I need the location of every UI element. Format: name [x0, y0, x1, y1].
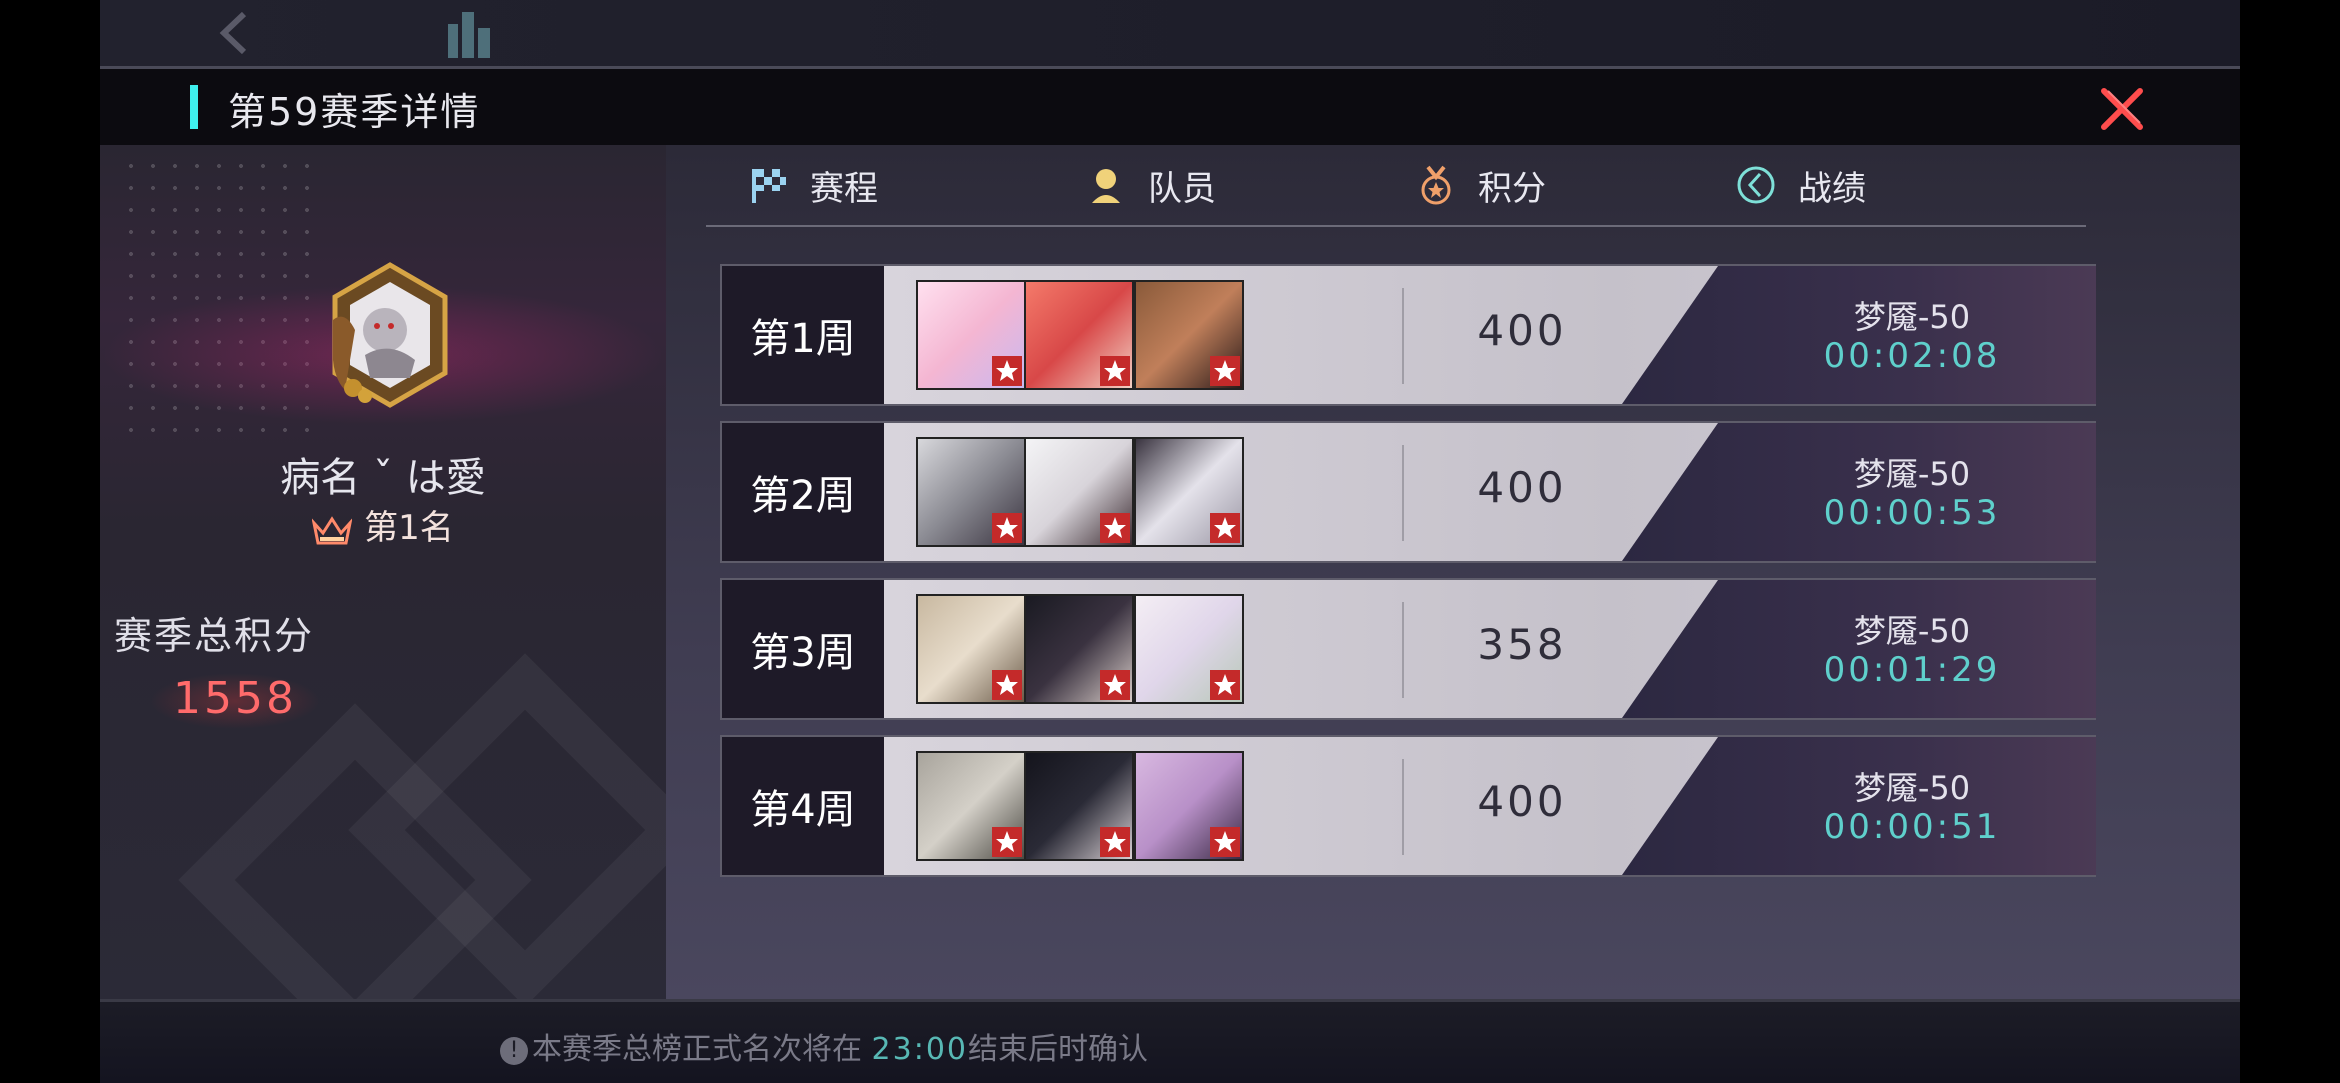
character-portrait[interactable] [1134, 594, 1244, 704]
character-portrait[interactable] [916, 280, 1026, 390]
header-accent-bar [190, 85, 198, 129]
character-portrait[interactable] [1024, 751, 1134, 861]
difficulty-level: 梦魇-50 [1853, 769, 1971, 807]
star-badge-icon [1210, 827, 1240, 857]
character-portrait[interactable] [1024, 437, 1134, 547]
difficulty-level: 梦魇-50 [1853, 298, 1971, 336]
divider [1402, 759, 1404, 855]
medal-icon [1421, 165, 1451, 205]
rank-text: 第1名 [364, 508, 454, 548]
divider [1402, 602, 1404, 698]
week-score: 400 [1477, 777, 1567, 826]
week-label: 第3周 [722, 580, 884, 718]
character-portrait[interactable] [916, 437, 1026, 547]
star-badge-icon [992, 827, 1022, 857]
tab-members[interactable]: 队员 [1086, 145, 1216, 225]
week-score: 400 [1477, 463, 1567, 512]
week-label: 第1周 [722, 266, 884, 404]
star-badge-icon [1100, 827, 1130, 857]
character-portrait[interactable] [916, 594, 1026, 704]
week-row[interactable]: 第2周 400 梦魇-50 00:00:53 [720, 421, 2096, 563]
season-detail-dialog: 第59赛季详情 病名 ˇ は愛 第1名 赛季总积分 1558 赛程 队员 积分 … [100, 69, 2240, 999]
tab-label: 战绩 [1798, 168, 1866, 209]
star-badge-icon [992, 670, 1022, 700]
week-label: 第2周 [722, 423, 884, 561]
week-score: 400 [1477, 306, 1567, 355]
character-portrait[interactable] [1134, 751, 1244, 861]
character-portrait[interactable] [1024, 280, 1134, 390]
difficulty-level: 梦魇-50 [1853, 455, 1971, 493]
clear-time: 00:00:53 [1823, 493, 2001, 533]
difficulty-level: 梦魇-50 [1853, 612, 1971, 650]
rank-row: 第1名 [100, 500, 666, 549]
notice-time: 23:00 [871, 1032, 969, 1067]
clear-time: 00:00:51 [1823, 807, 2001, 847]
character-portrait[interactable] [1024, 594, 1134, 704]
star-badge-icon [1210, 670, 1240, 700]
season-total-score: 1558 [150, 673, 320, 729]
star-badge-icon [992, 356, 1022, 386]
top-bar [100, 0, 2240, 69]
city-icon[interactable] [442, 6, 498, 62]
tab-bar: 赛程 队员 积分 战绩 [706, 145, 2086, 227]
week-score: 358 [1477, 620, 1567, 669]
dialog-title: 第59赛季详情 [228, 90, 481, 134]
tab-points[interactable]: 积分 [1416, 145, 1546, 225]
divider [1402, 445, 1404, 541]
character-portrait[interactable] [1134, 280, 1244, 390]
week-row[interactable]: 第1周 400 梦魇-50 00:02:08 [720, 264, 2096, 406]
star-badge-icon [1210, 513, 1240, 543]
player-name: 病名 ˇ は愛 [280, 455, 486, 501]
clear-time: 00:02:08 [1823, 336, 2001, 376]
tab-label: 积分 [1478, 168, 1546, 209]
week-label: 第4周 [722, 737, 884, 875]
notice-text: 本赛季总榜正式名次将在 [532, 1032, 862, 1067]
divider [1402, 288, 1404, 384]
tab-record[interactable]: 战绩 [1736, 145, 1866, 225]
notice-text: 结束后时确认 [968, 1032, 1149, 1067]
member-icon [1092, 169, 1120, 203]
footer-bar: ! 本赛季总榜正式名次将在 23:00结束后时确认 [100, 999, 2240, 1083]
season-total-label: 赛季总积分 [114, 614, 315, 658]
season-medal-icon [332, 262, 448, 408]
week-row[interactable]: 第3周 358 梦魇-50 00:01:29 [720, 578, 2096, 720]
tab-label: 队员 [1148, 168, 1216, 209]
player-summary-panel: 病名 ˇ は愛 第1名 赛季总积分 1558 [100, 145, 666, 999]
tab-schedule[interactable]: 赛程 [748, 145, 878, 225]
star-badge-icon [1210, 356, 1240, 386]
game-frame: 第59赛季详情 病名 ˇ は愛 第1名 赛季总积分 1558 赛程 队员 积分 … [100, 0, 2240, 1083]
dialog-header: 第59赛季详情 [100, 69, 2240, 145]
week-row[interactable]: 第4周 400 梦魇-50 00:00:51 [720, 735, 2096, 877]
info-icon: ! [500, 1036, 528, 1065]
ranking-notice: ! 本赛季总榜正式名次将在 23:00结束后时确认 [500, 1024, 1148, 1068]
star-badge-icon [1100, 356, 1130, 386]
checkered-flag-icon [752, 169, 786, 203]
clock-record-icon [1737, 166, 1775, 204]
schedule-panel: 赛程 队员 积分 战绩 第1周 400 梦魇-50 00:02:08 第2周 4… [666, 145, 2240, 999]
clear-time: 00:01:29 [1823, 650, 2001, 690]
character-portrait[interactable] [916, 751, 1026, 861]
character-portrait[interactable] [1134, 437, 1244, 547]
tab-label: 赛程 [810, 168, 878, 209]
crown-icon [312, 515, 353, 544]
star-badge-icon [992, 513, 1022, 543]
back-arrow-icon[interactable] [210, 8, 260, 58]
star-badge-icon [1100, 670, 1130, 700]
close-icon[interactable] [2098, 85, 2146, 133]
star-badge-icon [1100, 513, 1130, 543]
